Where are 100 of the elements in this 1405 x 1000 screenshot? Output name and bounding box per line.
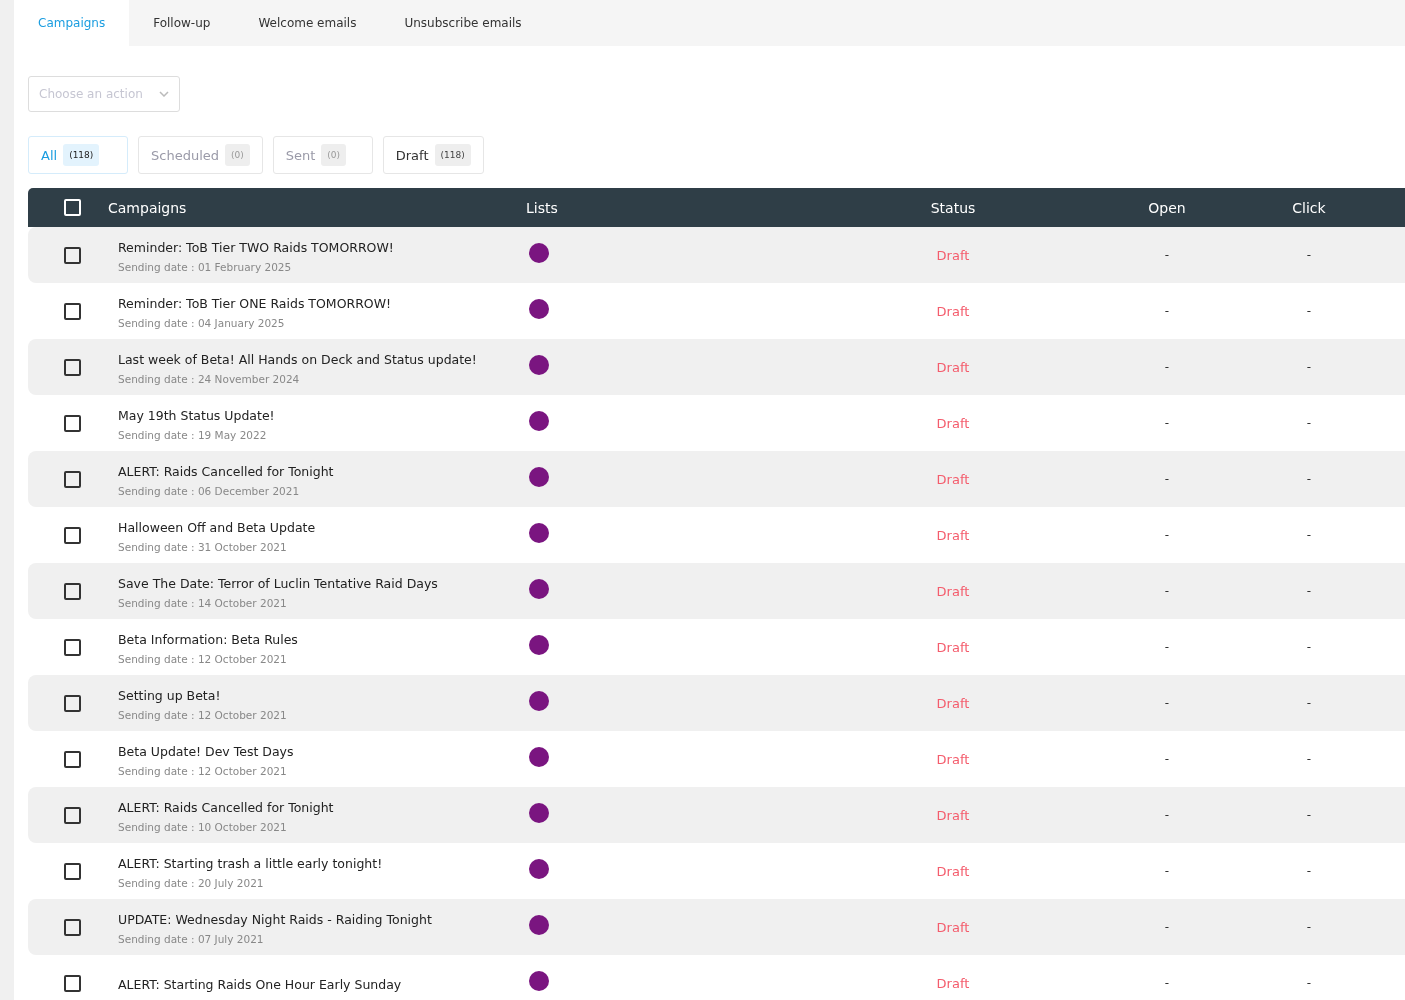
open-cell: - (1164, 248, 1170, 262)
sending-date: Sending date : 31 October 2021 (118, 540, 288, 553)
status-text: Draft (936, 527, 970, 543)
click-cell: - (1306, 304, 1312, 318)
campaign-row[interactable]: Last week of Beta! All Hands on Deck and Status update! Sending date : 24 November 2024 Draft - - (28, 339, 1405, 395)
status-text: Draft (936, 303, 970, 319)
row-checkbox[interactable] (63, 974, 81, 992)
click-cell: - (1306, 584, 1312, 598)
campaign-title[interactable]: Setting up Beta! (118, 687, 526, 703)
status-text: Draft (936, 639, 970, 655)
open-cell: - (1164, 976, 1170, 990)
status-text: Draft (936, 751, 970, 767)
chevron-down-icon (159, 91, 169, 97)
click-cell: - (1306, 752, 1312, 766)
row-checkbox[interactable] (63, 246, 81, 264)
open-cell: - (1164, 920, 1170, 934)
campaign-title[interactable]: Beta Update! Dev Test Days (118, 743, 526, 759)
click-cell: - (1306, 808, 1312, 822)
row-checkbox[interactable] (63, 918, 81, 936)
campaign-title[interactable]: Save The Date: Terror of Luclin Tentative Raid Days (118, 575, 526, 591)
campaign-row[interactable]: Save The Date: Terror of Luclin Tentative Raid Days Sending date : 14 October 2021 Draft - - (28, 563, 1405, 619)
sending-date: Sending date : 01 February 2025 (118, 260, 293, 273)
click-cell: - (1306, 864, 1312, 878)
open-cell: - (1164, 528, 1170, 542)
tab[interactable]: Welcome emails (234, 0, 381, 46)
campaign-title[interactable]: Last week of Beta! All Hands on Deck and Status update! (118, 351, 526, 367)
open-cell: - (1164, 472, 1170, 486)
row-checkbox[interactable] (63, 582, 81, 600)
select-all-checkbox[interactable] (63, 199, 81, 216)
open-cell: - (1164, 752, 1170, 766)
status-text: Draft (936, 471, 970, 487)
campaign-row[interactable]: ALERT: Raids Cancelled for Tonight Sending date : 06 December 2021 Draft - - (28, 451, 1405, 507)
sending-date: Sending date : 24 November 2024 (118, 372, 301, 385)
open-cell: - (1164, 808, 1170, 822)
status-text: Draft (936, 863, 970, 879)
campaign-title[interactable]: Reminder: ToB Tier TWO Raids TOMORROW! (118, 239, 526, 255)
sending-date: Sending date : 12 October 2021 (118, 764, 288, 777)
campaign-row[interactable]: Setting up Beta! Sending date : 12 October 2021 Draft - - (28, 675, 1405, 731)
row-checkbox[interactable] (63, 638, 81, 656)
row-checkbox[interactable] (63, 470, 81, 488)
sending-date: Sending date : 06 December 2021 (118, 484, 301, 497)
open-cell: - (1164, 584, 1170, 598)
campaign-title[interactable]: Reminder: ToB Tier ONE Raids TOMORROW! (118, 295, 526, 311)
filter-tab[interactable]: Draft (118) (382, 136, 484, 174)
row-checkbox[interactable] (63, 414, 81, 432)
campaign-title[interactable]: Beta Information: Beta Rules (118, 631, 526, 647)
sending-date: Sending date : 19 May 2022 (118, 428, 268, 441)
row-checkbox[interactable] (63, 862, 81, 880)
campaign-row[interactable]: Reminder: ToB Tier TWO Raids TOMORROW! Sending date : 01 February 2025 Draft - - (28, 227, 1405, 283)
campaign-title[interactable]: ALERT: Raids Cancelled for Tonight (118, 463, 526, 479)
row-checkbox[interactable] (63, 694, 81, 712)
tab[interactable]: Unsubscribe emails (380, 0, 546, 46)
tab[interactable]: Follow-up (129, 0, 235, 46)
status-text: Draft (936, 695, 970, 711)
open-cell: - (1164, 304, 1170, 318)
click-cell: - (1306, 528, 1312, 542)
column-header: Lists (526, 199, 558, 216)
campaign-title[interactable]: Halloween Off and Beta Update (118, 519, 526, 535)
row-checkbox[interactable] (63, 750, 81, 768)
status-text: Draft (936, 247, 970, 263)
click-cell: - (1306, 696, 1312, 710)
click-cell: - (1306, 248, 1312, 262)
status-text: Draft (936, 583, 970, 599)
status-text: Draft (936, 359, 970, 375)
column-header: Status (930, 199, 976, 216)
filter-tab[interactable]: All (118) (28, 136, 128, 174)
row-checkbox[interactable] (63, 806, 81, 824)
count-badge: (118) (434, 144, 471, 166)
click-cell: - (1306, 416, 1312, 430)
open-cell: - (1164, 696, 1170, 710)
sending-date: Sending date : 12 October 2021 (118, 708, 288, 721)
column-header: Open (1148, 199, 1186, 216)
sending-date: Sending date : 04 January 2025 (118, 316, 286, 329)
campaign-title[interactable]: ALERT: Raids Cancelled for Tonight (118, 799, 526, 815)
click-cell: - (1306, 976, 1312, 990)
status-text: Draft (936, 975, 970, 991)
click-cell: - (1306, 360, 1312, 374)
campaign-row[interactable]: ALERT: Raids Cancelled for Tonight Sending date : 10 October 2021 Draft - - (28, 787, 1405, 843)
row-checkbox[interactable] (63, 302, 81, 320)
open-cell: - (1164, 360, 1170, 374)
click-cell: - (1306, 920, 1312, 934)
row-checkbox[interactable] (63, 526, 81, 544)
column-header: Click (1292, 199, 1326, 216)
count-badge: (0) (321, 144, 347, 166)
column-header: Campaigns (108, 199, 187, 216)
open-cell: - (1164, 416, 1170, 430)
click-cell: - (1306, 472, 1312, 486)
sending-date: Sending date : 07 July 2021 (118, 932, 265, 945)
open-cell: - (1164, 864, 1170, 878)
count-badge: (118) (63, 144, 100, 166)
campaign-row[interactable]: UPDATE: Wednesday Night Raids - Raiding Tonight Sending date : 07 July 2021 Draft - - (28, 899, 1405, 955)
row-checkbox[interactable] (63, 358, 81, 376)
campaign-title[interactable]: May 19th Status Update! (118, 407, 526, 423)
click-cell: - (1306, 640, 1312, 654)
status-text: Draft (936, 919, 970, 935)
sending-date: Sending date : 12 October 2021 (118, 652, 288, 665)
status-text: Draft (936, 415, 970, 431)
campaign-title[interactable]: ALERT: Starting trash a little early tonight! (118, 855, 526, 871)
campaign-title[interactable]: ALERT: Starting Raids One Hour Early Sunday (118, 976, 526, 992)
campaign-title[interactable]: UPDATE: Wednesday Night Raids - Raiding Tonight (118, 911, 526, 927)
